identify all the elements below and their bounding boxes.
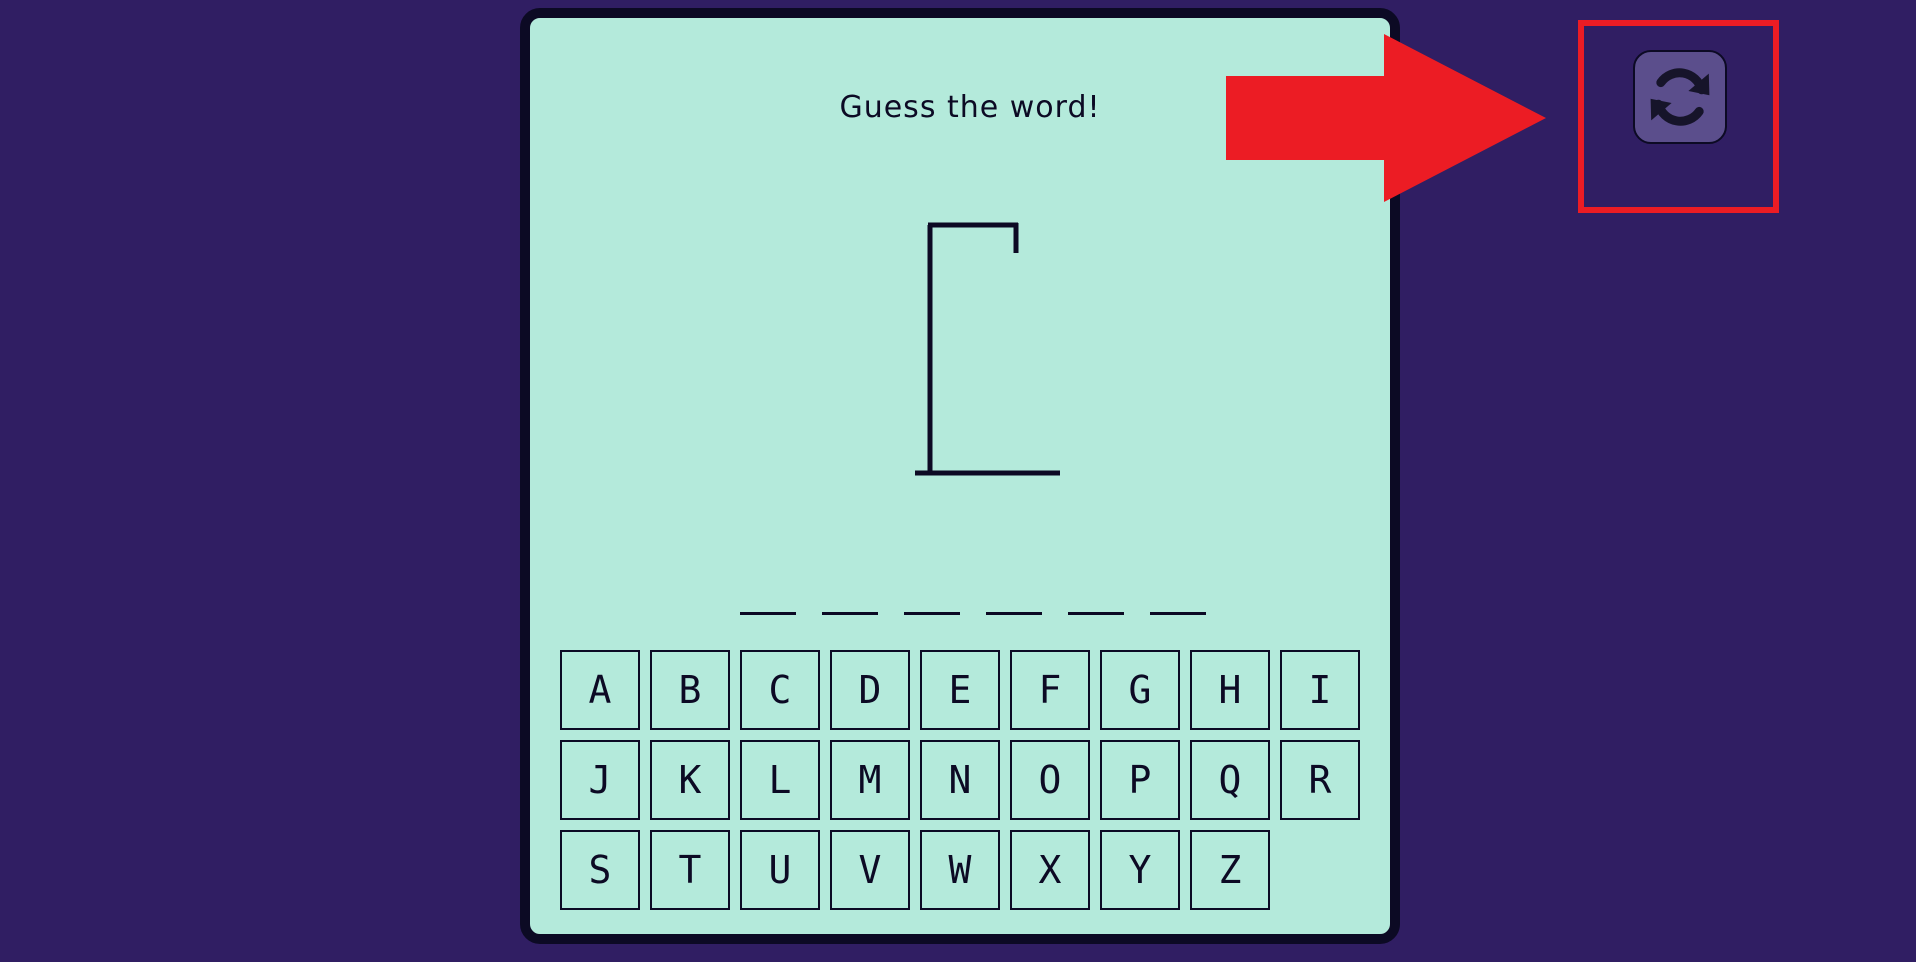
- letter-blank: [986, 612, 1042, 615]
- letter-key-v[interactable]: V: [830, 830, 910, 910]
- letter-key-h[interactable]: H: [1190, 650, 1270, 730]
- letter-key-z[interactable]: Z: [1190, 830, 1270, 910]
- letter-blank: [740, 612, 796, 615]
- letter-key-s[interactable]: S: [560, 830, 640, 910]
- letter-key-o[interactable]: O: [1010, 740, 1090, 820]
- letter-key-r[interactable]: R: [1280, 740, 1360, 820]
- letter-key-b[interactable]: B: [650, 650, 730, 730]
- letter-key-p[interactable]: P: [1100, 740, 1180, 820]
- word-blanks: [740, 612, 1206, 615]
- letter-key-g[interactable]: G: [1100, 650, 1180, 730]
- letter-key-d[interactable]: D: [830, 650, 910, 730]
- letter-blank: [822, 612, 878, 615]
- letter-key-y[interactable]: Y: [1100, 830, 1180, 910]
- letter-key-w[interactable]: W: [920, 830, 1000, 910]
- reset-game-button[interactable]: [1633, 50, 1727, 144]
- letter-blank: [904, 612, 960, 615]
- letter-key-n[interactable]: N: [920, 740, 1000, 820]
- letter-key-u[interactable]: U: [740, 830, 820, 910]
- letter-key-j[interactable]: J: [560, 740, 640, 820]
- letter-key-f[interactable]: F: [1010, 650, 1090, 730]
- letter-blank: [1068, 612, 1124, 615]
- letter-key-x[interactable]: X: [1010, 830, 1090, 910]
- letter-blank: [1150, 612, 1206, 615]
- letter-key-i[interactable]: I: [1280, 650, 1360, 730]
- letter-key-m[interactable]: M: [830, 740, 910, 820]
- red-arrow-annotation: [1226, 34, 1546, 202]
- page: Guess the word! ABCDEFGHIJKLMNOPQRSTUVWX…: [0, 0, 1916, 962]
- letter-key-a[interactable]: A: [560, 650, 640, 730]
- letter-key-c[interactable]: C: [740, 650, 820, 730]
- letter-keyboard: ABCDEFGHI JKLMNOPQR STUVWXYZ: [560, 650, 1360, 910]
- letter-key-e[interactable]: E: [920, 650, 1000, 730]
- refresh-icon: [1650, 68, 1710, 126]
- letter-key-k[interactable]: K: [650, 740, 730, 820]
- letter-key-l[interactable]: L: [740, 740, 820, 820]
- letter-key-t[interactable]: T: [650, 830, 730, 910]
- gallows-drawing: [915, 222, 1060, 476]
- letter-key-q[interactable]: Q: [1190, 740, 1270, 820]
